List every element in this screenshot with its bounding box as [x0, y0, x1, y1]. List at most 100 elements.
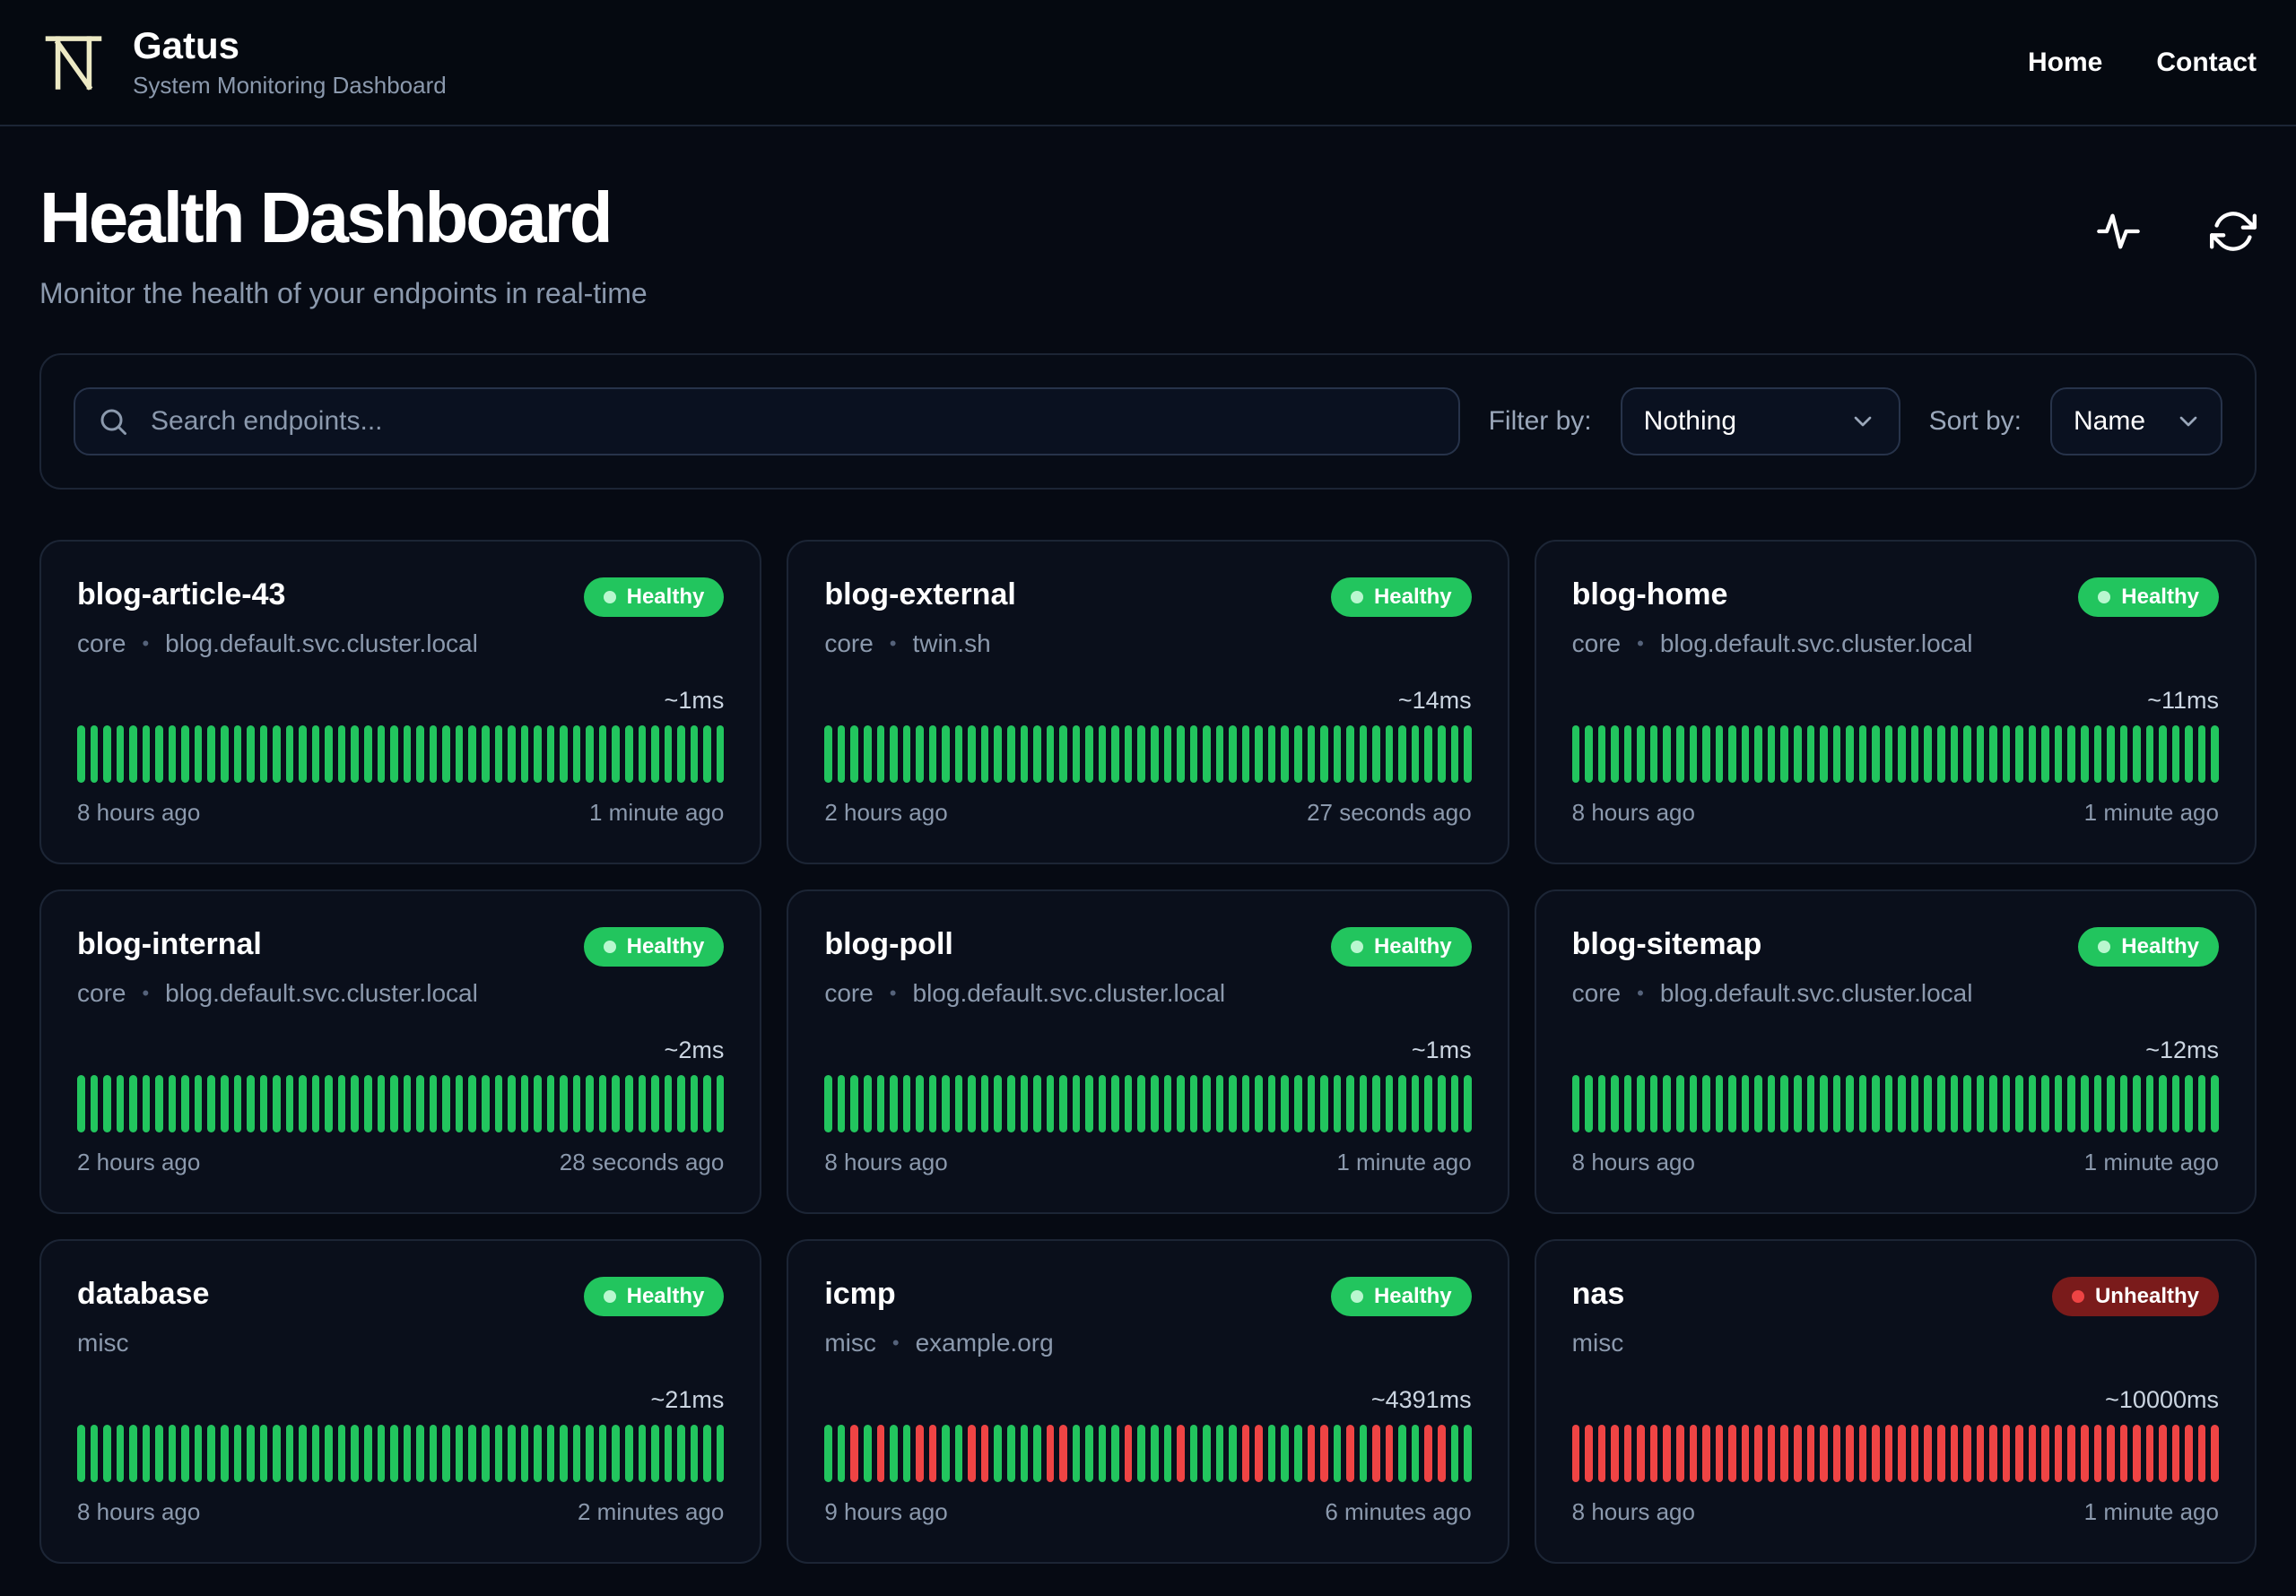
uptime-bar[interactable]: [429, 1075, 438, 1133]
uptime-bar[interactable]: [1438, 1075, 1446, 1133]
uptime-bar[interactable]: [2119, 1425, 2128, 1483]
uptime-bar[interactable]: [1124, 1075, 1133, 1133]
uptime-bar[interactable]: [863, 725, 872, 784]
uptime-bar[interactable]: [285, 1075, 294, 1133]
uptime-bar[interactable]: [416, 1075, 424, 1133]
uptime-bar[interactable]: [1832, 725, 1841, 784]
uptime-bar[interactable]: [1229, 725, 1237, 784]
uptime-bar[interactable]: [377, 1075, 386, 1133]
uptime-bar[interactable]: [624, 1425, 633, 1483]
uptime-bar[interactable]: [1124, 1425, 1133, 1483]
uptime-bar[interactable]: [1963, 725, 1971, 784]
uptime-bar[interactable]: [598, 725, 607, 784]
uptime-bar[interactable]: [1689, 725, 1698, 784]
uptime-bar[interactable]: [259, 725, 268, 784]
uptime-bar[interactable]: [2093, 725, 2102, 784]
uptime-bar[interactable]: [207, 1075, 216, 1133]
uptime-bar[interactable]: [1728, 1075, 1736, 1133]
uptime-bar[interactable]: [285, 1425, 294, 1483]
uptime-bar[interactable]: [1767, 725, 1776, 784]
uptime-bar[interactable]: [1663, 725, 1672, 784]
uptime-bar[interactable]: [77, 725, 85, 784]
uptime-bar[interactable]: [651, 1075, 659, 1133]
uptime-bar[interactable]: [1741, 1075, 1750, 1133]
uptime-bar[interactable]: [664, 725, 673, 784]
uptime-bar[interactable]: [677, 725, 685, 784]
uptime-bar[interactable]: [2041, 1075, 2049, 1133]
uptime-bar[interactable]: [221, 725, 229, 784]
uptime-bar[interactable]: [954, 1425, 963, 1483]
uptime-bar[interactable]: [311, 1425, 320, 1483]
uptime-bar[interactable]: [2041, 1425, 2049, 1483]
uptime-bar[interactable]: [1006, 1425, 1015, 1483]
uptime-bar[interactable]: [968, 1075, 976, 1133]
uptime-bar[interactable]: [2197, 1075, 2206, 1133]
uptime-bar[interactable]: [1450, 725, 1459, 784]
uptime-bar[interactable]: [1832, 1075, 1841, 1133]
uptime-bar[interactable]: [2211, 725, 2219, 784]
uptime-bar[interactable]: [1411, 1075, 1420, 1133]
uptime-bar[interactable]: [168, 1075, 177, 1133]
uptime-bar[interactable]: [1689, 1075, 1698, 1133]
uptime-bar[interactable]: [534, 1425, 542, 1483]
uptime-bar[interactable]: [586, 725, 594, 784]
uptime-bar[interactable]: [2197, 1425, 2206, 1483]
uptime-bar[interactable]: [155, 725, 163, 784]
uptime-bar[interactable]: [1754, 725, 1762, 784]
uptime-bar[interactable]: [2119, 725, 2128, 784]
uptime-bar[interactable]: [1611, 1425, 1619, 1483]
uptime-bar[interactable]: [1728, 725, 1736, 784]
uptime-bar[interactable]: [155, 1425, 163, 1483]
uptime-bar[interactable]: [1464, 725, 1472, 784]
uptime-bar[interactable]: [1137, 1075, 1145, 1133]
uptime-bar[interactable]: [703, 1425, 711, 1483]
uptime-bar[interactable]: [1884, 1075, 1893, 1133]
uptime-bar[interactable]: [325, 1425, 333, 1483]
uptime-bar[interactable]: [90, 1425, 99, 1483]
uptime-bar[interactable]: [181, 1075, 189, 1133]
uptime-bar[interactable]: [2107, 1425, 2115, 1483]
uptime-bar[interactable]: [1203, 1425, 1211, 1483]
uptime-bar[interactable]: [1950, 1075, 1959, 1133]
uptime-bar[interactable]: [2145, 725, 2154, 784]
uptime-bar[interactable]: [1085, 1425, 1093, 1483]
uptime-bar[interactable]: [1846, 1425, 1854, 1483]
uptime-bar[interactable]: [1637, 1425, 1645, 1483]
uptime-bar[interactable]: [638, 725, 647, 784]
uptime-bar[interactable]: [103, 1075, 111, 1133]
uptime-bar[interactable]: [442, 1425, 450, 1483]
uptime-bar[interactable]: [1780, 1425, 1788, 1483]
uptime-bar[interactable]: [247, 725, 255, 784]
uptime-bar[interactable]: [233, 1425, 242, 1483]
uptime-bar[interactable]: [77, 1425, 85, 1483]
uptime-bar[interactable]: [416, 1425, 424, 1483]
uptime-bar[interactable]: [455, 725, 464, 784]
uptime-bar[interactable]: [1424, 1075, 1433, 1133]
uptime-bar[interactable]: [194, 1075, 203, 1133]
uptime-bar[interactable]: [1006, 725, 1015, 784]
uptime-bar[interactable]: [1767, 1425, 1776, 1483]
uptime-bar[interactable]: [2185, 1075, 2193, 1133]
uptime-bar[interactable]: [181, 1425, 189, 1483]
uptime-bar[interactable]: [1267, 1425, 1276, 1483]
uptime-bar[interactable]: [90, 1075, 99, 1133]
endpoint-card[interactable]: blog-poll Healthy core • blog.default.sv…: [787, 889, 1509, 1215]
uptime-bar[interactable]: [455, 1075, 464, 1133]
uptime-bar[interactable]: [468, 1425, 476, 1483]
uptime-bar[interactable]: [1611, 725, 1619, 784]
uptime-bar[interactable]: [624, 725, 633, 784]
uptime-bar[interactable]: [1936, 1075, 1945, 1133]
uptime-bar[interactable]: [1385, 1075, 1394, 1133]
uptime-bar[interactable]: [2171, 1425, 2180, 1483]
uptime-bar[interactable]: [1597, 1075, 1606, 1133]
uptime-bar[interactable]: [2054, 1425, 2063, 1483]
uptime-bar[interactable]: [1846, 725, 1854, 784]
uptime-bar[interactable]: [2211, 1425, 2219, 1483]
uptime-bar[interactable]: [942, 1425, 950, 1483]
uptime-bar[interactable]: [1111, 1075, 1119, 1133]
uptime-bar[interactable]: [259, 1425, 268, 1483]
uptime-bar[interactable]: [2107, 725, 2115, 784]
endpoint-card[interactable]: blog-sitemap Healthy core • blog.default…: [1534, 889, 2257, 1215]
uptime-bar[interactable]: [455, 1425, 464, 1483]
uptime-bar[interactable]: [337, 1425, 346, 1483]
